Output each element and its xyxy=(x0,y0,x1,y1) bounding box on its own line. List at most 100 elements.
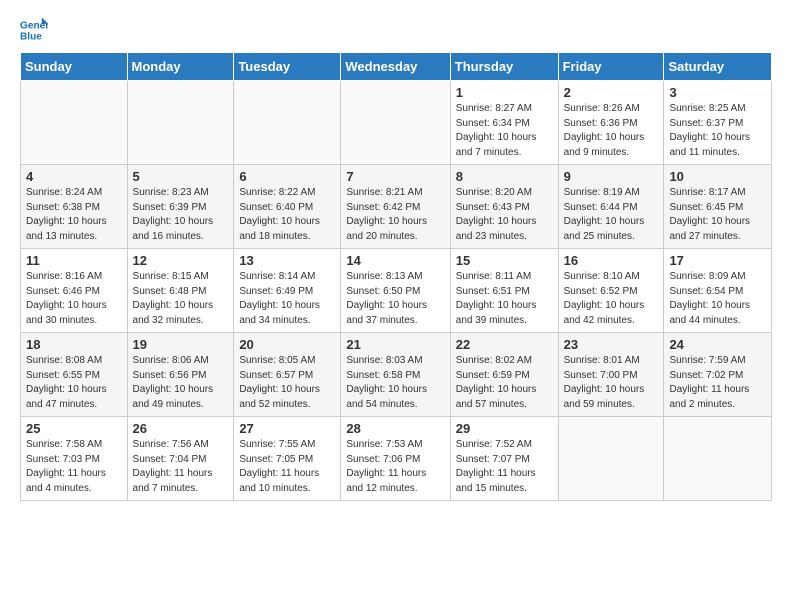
day-number: 5 xyxy=(133,169,229,184)
calendar-cell: 12 Sunrise: 8:15 AM Sunset: 6:48 PM Dayli… xyxy=(127,249,234,333)
day-details: Sunrise: 8:21 AM Sunset: 6:42 PM Dayligh… xyxy=(346,186,444,244)
calendar-cell xyxy=(341,81,450,165)
day-number: 9 xyxy=(564,169,659,184)
calendar-cell: 17Sunrise: 8:09 AM Sunset: 6:54 PM Dayli… xyxy=(664,249,772,333)
calendar-cell: 13 Sunrise: 8:14 AM Sunset: 6:49 PM Dayli… xyxy=(234,249,341,333)
calendar-cell: 15Sunrise: 8:11 AM Sunset: 6:51 PM Dayli… xyxy=(450,249,558,333)
day-details: Sunrise: 7:55 AM Sunset: 7:05 PM Dayligh… xyxy=(239,438,335,496)
day-details: Sunrise: 8:05 AM Sunset: 6:57 PM Dayligh… xyxy=(239,354,335,412)
calendar-cell: 8 Sunrise: 8:20 AM Sunset: 6:43 PM Daylig… xyxy=(450,165,558,249)
day-number: 12 xyxy=(133,253,229,268)
col-header-sunday: Sunday xyxy=(21,53,128,81)
col-header-friday: Friday xyxy=(558,53,664,81)
calendar-cell: 22 Sunrise: 8:02 AM Sunset: 6:59 PM Dayli… xyxy=(450,333,558,417)
calendar-cell xyxy=(234,81,341,165)
calendar-cell: 2 Sunrise: 8:26 AM Sunset: 6:36 PM Daylig… xyxy=(558,81,664,165)
calendar-cell: 21 Sunrise: 8:03 AM Sunset: 6:58 PM Dayli… xyxy=(341,333,450,417)
day-details: Sunrise: 8:25 AM Sunset: 6:37 PM Dayligh… xyxy=(669,102,766,160)
col-header-tuesday: Tuesday xyxy=(234,53,341,81)
day-number: 28 xyxy=(346,421,444,436)
calendar-cell: 16 Sunrise: 8:10 AM Sunset: 6:52 PM Dayli… xyxy=(558,249,664,333)
col-header-wednesday: Wednesday xyxy=(341,53,450,81)
day-number: 23 xyxy=(564,337,659,352)
calendar-cell: 27 Sunrise: 7:55 AM Sunset: 7:05 PM Dayli… xyxy=(234,417,341,501)
day-details: Sunrise: 8:20 AM Sunset: 6:43 PM Dayligh… xyxy=(456,186,553,244)
day-number: 20 xyxy=(239,337,335,352)
day-details: Sunrise: 8:11 AM Sunset: 6:51 PM Dayligh… xyxy=(456,270,553,328)
day-details: Sunrise: 8:08 AM Sunset: 6:55 PM Dayligh… xyxy=(26,354,122,412)
calendar-cell: 29 Sunrise: 7:52 AM Sunset: 7:07 PM Dayli… xyxy=(450,417,558,501)
day-number: 19 xyxy=(133,337,229,352)
calendar-cell: 5 Sunrise: 8:23 AM Sunset: 6:39 PM Daylig… xyxy=(127,165,234,249)
day-number: 18 xyxy=(26,337,122,352)
calendar-cell: 6Sunrise: 8:22 AM Sunset: 6:40 PM Daylig… xyxy=(234,165,341,249)
calendar-cell: 18 Sunrise: 8:08 AM Sunset: 6:55 PM Dayli… xyxy=(21,333,128,417)
day-number: 7 xyxy=(346,169,444,184)
col-header-thursday: Thursday xyxy=(450,53,558,81)
day-details: Sunrise: 8:09 AM Sunset: 6:54 PM Dayligh… xyxy=(669,270,766,328)
calendar-cell: 3 Sunrise: 8:25 AM Sunset: 6:37 PM Daylig… xyxy=(664,81,772,165)
day-details: Sunrise: 8:17 AM Sunset: 6:45 PM Dayligh… xyxy=(669,186,766,244)
day-details: Sunrise: 8:03 AM Sunset: 6:58 PM Dayligh… xyxy=(346,354,444,412)
calendar-cell: 1 Sunrise: 8:27 AM Sunset: 6:34 PM Daylig… xyxy=(450,81,558,165)
day-number: 2 xyxy=(564,85,659,100)
calendar-cell: 25 Sunrise: 7:58 AM Sunset: 7:03 PM Dayli… xyxy=(21,417,128,501)
day-number: 10 xyxy=(669,169,766,184)
calendar-body: 1 Sunrise: 8:27 AM Sunset: 6:34 PM Daylig… xyxy=(21,81,772,501)
day-number: 26 xyxy=(133,421,229,436)
calendar-cell: 28 Sunrise: 7:53 AM Sunset: 7:06 PM Dayli… xyxy=(341,417,450,501)
calendar-cell: 7 Sunrise: 8:21 AM Sunset: 6:42 PM Daylig… xyxy=(341,165,450,249)
logo-icon: General Blue xyxy=(20,16,48,44)
col-header-saturday: Saturday xyxy=(664,53,772,81)
day-details: Sunrise: 7:58 AM Sunset: 7:03 PM Dayligh… xyxy=(26,438,122,496)
day-details: Sunrise: 8:15 AM Sunset: 6:48 PM Dayligh… xyxy=(133,270,229,328)
page-header: General Blue xyxy=(20,16,772,44)
day-number: 4 xyxy=(26,169,122,184)
week-row-2: 4 Sunrise: 8:24 AM Sunset: 6:38 PM Daylig… xyxy=(21,165,772,249)
calendar-cell xyxy=(21,81,128,165)
day-number: 22 xyxy=(456,337,553,352)
day-number: 3 xyxy=(669,85,766,100)
day-details: Sunrise: 8:10 AM Sunset: 6:52 PM Dayligh… xyxy=(564,270,659,328)
svg-text:Blue: Blue xyxy=(20,31,42,42)
day-number: 21 xyxy=(346,337,444,352)
day-details: Sunrise: 7:56 AM Sunset: 7:04 PM Dayligh… xyxy=(133,438,229,496)
day-number: 14 xyxy=(346,253,444,268)
day-number: 13 xyxy=(239,253,335,268)
day-details: Sunrise: 8:23 AM Sunset: 6:39 PM Dayligh… xyxy=(133,186,229,244)
day-details: Sunrise: 7:53 AM Sunset: 7:06 PM Dayligh… xyxy=(346,438,444,496)
day-number: 8 xyxy=(456,169,553,184)
day-number: 1 xyxy=(456,85,553,100)
day-details: Sunrise: 8:27 AM Sunset: 6:34 PM Dayligh… xyxy=(456,102,553,160)
day-details: Sunrise: 8:13 AM Sunset: 6:50 PM Dayligh… xyxy=(346,270,444,328)
calendar-cell: 9 Sunrise: 8:19 AM Sunset: 6:44 PM Daylig… xyxy=(558,165,664,249)
calendar-cell: 20 Sunrise: 8:05 AM Sunset: 6:57 PM Dayli… xyxy=(234,333,341,417)
calendar-cell xyxy=(664,417,772,501)
day-number: 16 xyxy=(564,253,659,268)
calendar-header-row: SundayMondayTuesdayWednesdayThursdayFrid… xyxy=(21,53,772,81)
day-number: 27 xyxy=(239,421,335,436)
logo: General Blue xyxy=(20,16,52,44)
day-details: Sunrise: 8:19 AM Sunset: 6:44 PM Dayligh… xyxy=(564,186,659,244)
day-details: Sunrise: 8:22 AM Sunset: 6:40 PM Dayligh… xyxy=(239,186,335,244)
calendar-cell: 4 Sunrise: 8:24 AM Sunset: 6:38 PM Daylig… xyxy=(21,165,128,249)
week-row-3: 11 Sunrise: 8:16 AM Sunset: 6:46 PM Dayli… xyxy=(21,249,772,333)
day-number: 29 xyxy=(456,421,553,436)
week-row-4: 18 Sunrise: 8:08 AM Sunset: 6:55 PM Dayli… xyxy=(21,333,772,417)
day-details: Sunrise: 8:06 AM Sunset: 6:56 PM Dayligh… xyxy=(133,354,229,412)
day-details: Sunrise: 8:26 AM Sunset: 6:36 PM Dayligh… xyxy=(564,102,659,160)
day-number: 11 xyxy=(26,253,122,268)
day-details: Sunrise: 8:24 AM Sunset: 6:38 PM Dayligh… xyxy=(26,186,122,244)
day-details: Sunrise: 7:52 AM Sunset: 7:07 PM Dayligh… xyxy=(456,438,553,496)
day-number: 24 xyxy=(669,337,766,352)
calendar-table: SundayMondayTuesdayWednesdayThursdayFrid… xyxy=(20,52,772,501)
day-number: 25 xyxy=(26,421,122,436)
col-header-monday: Monday xyxy=(127,53,234,81)
calendar-cell: 23Sunrise: 8:01 AM Sunset: 7:00 PM Dayli… xyxy=(558,333,664,417)
day-details: Sunrise: 8:02 AM Sunset: 6:59 PM Dayligh… xyxy=(456,354,553,412)
calendar-cell xyxy=(127,81,234,165)
calendar-cell: 26 Sunrise: 7:56 AM Sunset: 7:04 PM Dayli… xyxy=(127,417,234,501)
day-details: Sunrise: 8:14 AM Sunset: 6:49 PM Dayligh… xyxy=(239,270,335,328)
day-details: Sunrise: 8:16 AM Sunset: 6:46 PM Dayligh… xyxy=(26,270,122,328)
day-details: Sunrise: 7:59 AM Sunset: 7:02 PM Dayligh… xyxy=(669,354,766,412)
